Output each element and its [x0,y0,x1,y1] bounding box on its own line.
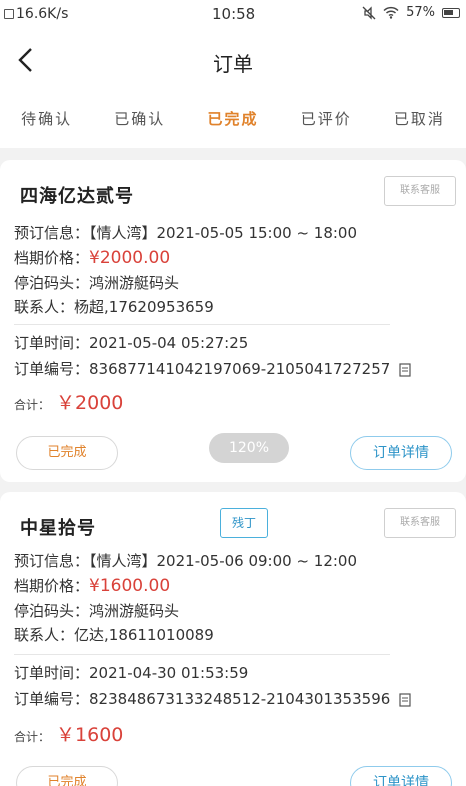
order-total: 合计： ￥1600 [14,724,124,746]
order-status-tabs: 待确认 已确认 已完成 已评价 已取消 [0,90,466,148]
booking-info: 预订信息：【情人湾】2021-05-05 15:00 ~ 18:00 [14,224,358,242]
battery-icon [442,7,460,18]
order-detail-button[interactable]: 订单详情 [350,436,452,470]
order-number: 订单编号：836877141042197069-2105041727257 [14,358,411,379]
tab-cancelled[interactable]: 已取消 [373,90,466,148]
yacht-tag: 残丁 [220,508,268,538]
yacht-name: 中星拾号 [20,518,96,539]
contact-service-button[interactable]: 联系客服 [384,176,456,206]
yacht-name: 四海亿达贰号 [20,186,134,207]
page-title: 订单 [213,52,253,76]
wifi-icon [383,6,399,19]
completed-status-button[interactable]: 已完成 [16,436,118,470]
network-speed: 16.6K/s [4,6,68,22]
copy-icon[interactable] [399,692,411,707]
booking-info: 预订信息：【情人湾】2021-05-06 09:00 ~ 12:00 [14,552,358,570]
tab-reviewed[interactable]: 已评价 [280,90,373,148]
completed-status-button[interactable]: 已完成 [16,766,118,786]
order-time: 订单时间：2021-05-04 05:27:25 [14,334,249,352]
contact-service-button[interactable]: 联系客服 [384,508,456,538]
copy-icon[interactable] [399,362,411,377]
notification-icon [4,9,14,19]
contact-person: 联系人：杨超,17620953659 [14,298,214,316]
tab-confirmed[interactable]: 已确认 [93,90,186,148]
mute-icon [362,5,376,20]
schedule-price: 档期价格：¥2000.00 [14,248,171,268]
contact-person: 联系人：亿达,18611010089 [14,626,214,644]
order-total: 合计： ￥2000 [14,392,124,414]
tab-completed[interactable]: 已完成 [186,90,279,148]
tab-pending[interactable]: 待确认 [0,90,93,148]
status-bar: 16.6K/s 10:58 57% [0,0,466,30]
battery-percent: 57% [406,5,435,20]
clock: 10:58 [212,5,256,23]
order-time: 订单时间：2021-04-30 01:53:59 [14,664,249,682]
divider [14,324,390,325]
order-detail-button[interactable]: 订单详情 [350,766,452,786]
status-icons: 57% [362,5,460,20]
divider [14,654,390,655]
nav-bar: 订单 [0,30,466,90]
dock-info: 停泊码头：鸿洲游艇码头 [14,602,180,620]
zoom-level-badge: 120% [209,433,289,463]
schedule-price: 档期价格：¥1600.00 [14,576,171,596]
order-card: 中星拾号 残丁 联系客服 预订信息：【情人湾】2021-05-06 09:00 … [0,492,466,786]
dock-info: 停泊码头：鸿洲游艇码头 [14,274,180,292]
order-number: 订单编号：823848673133248512-2104301353596 [14,688,411,709]
